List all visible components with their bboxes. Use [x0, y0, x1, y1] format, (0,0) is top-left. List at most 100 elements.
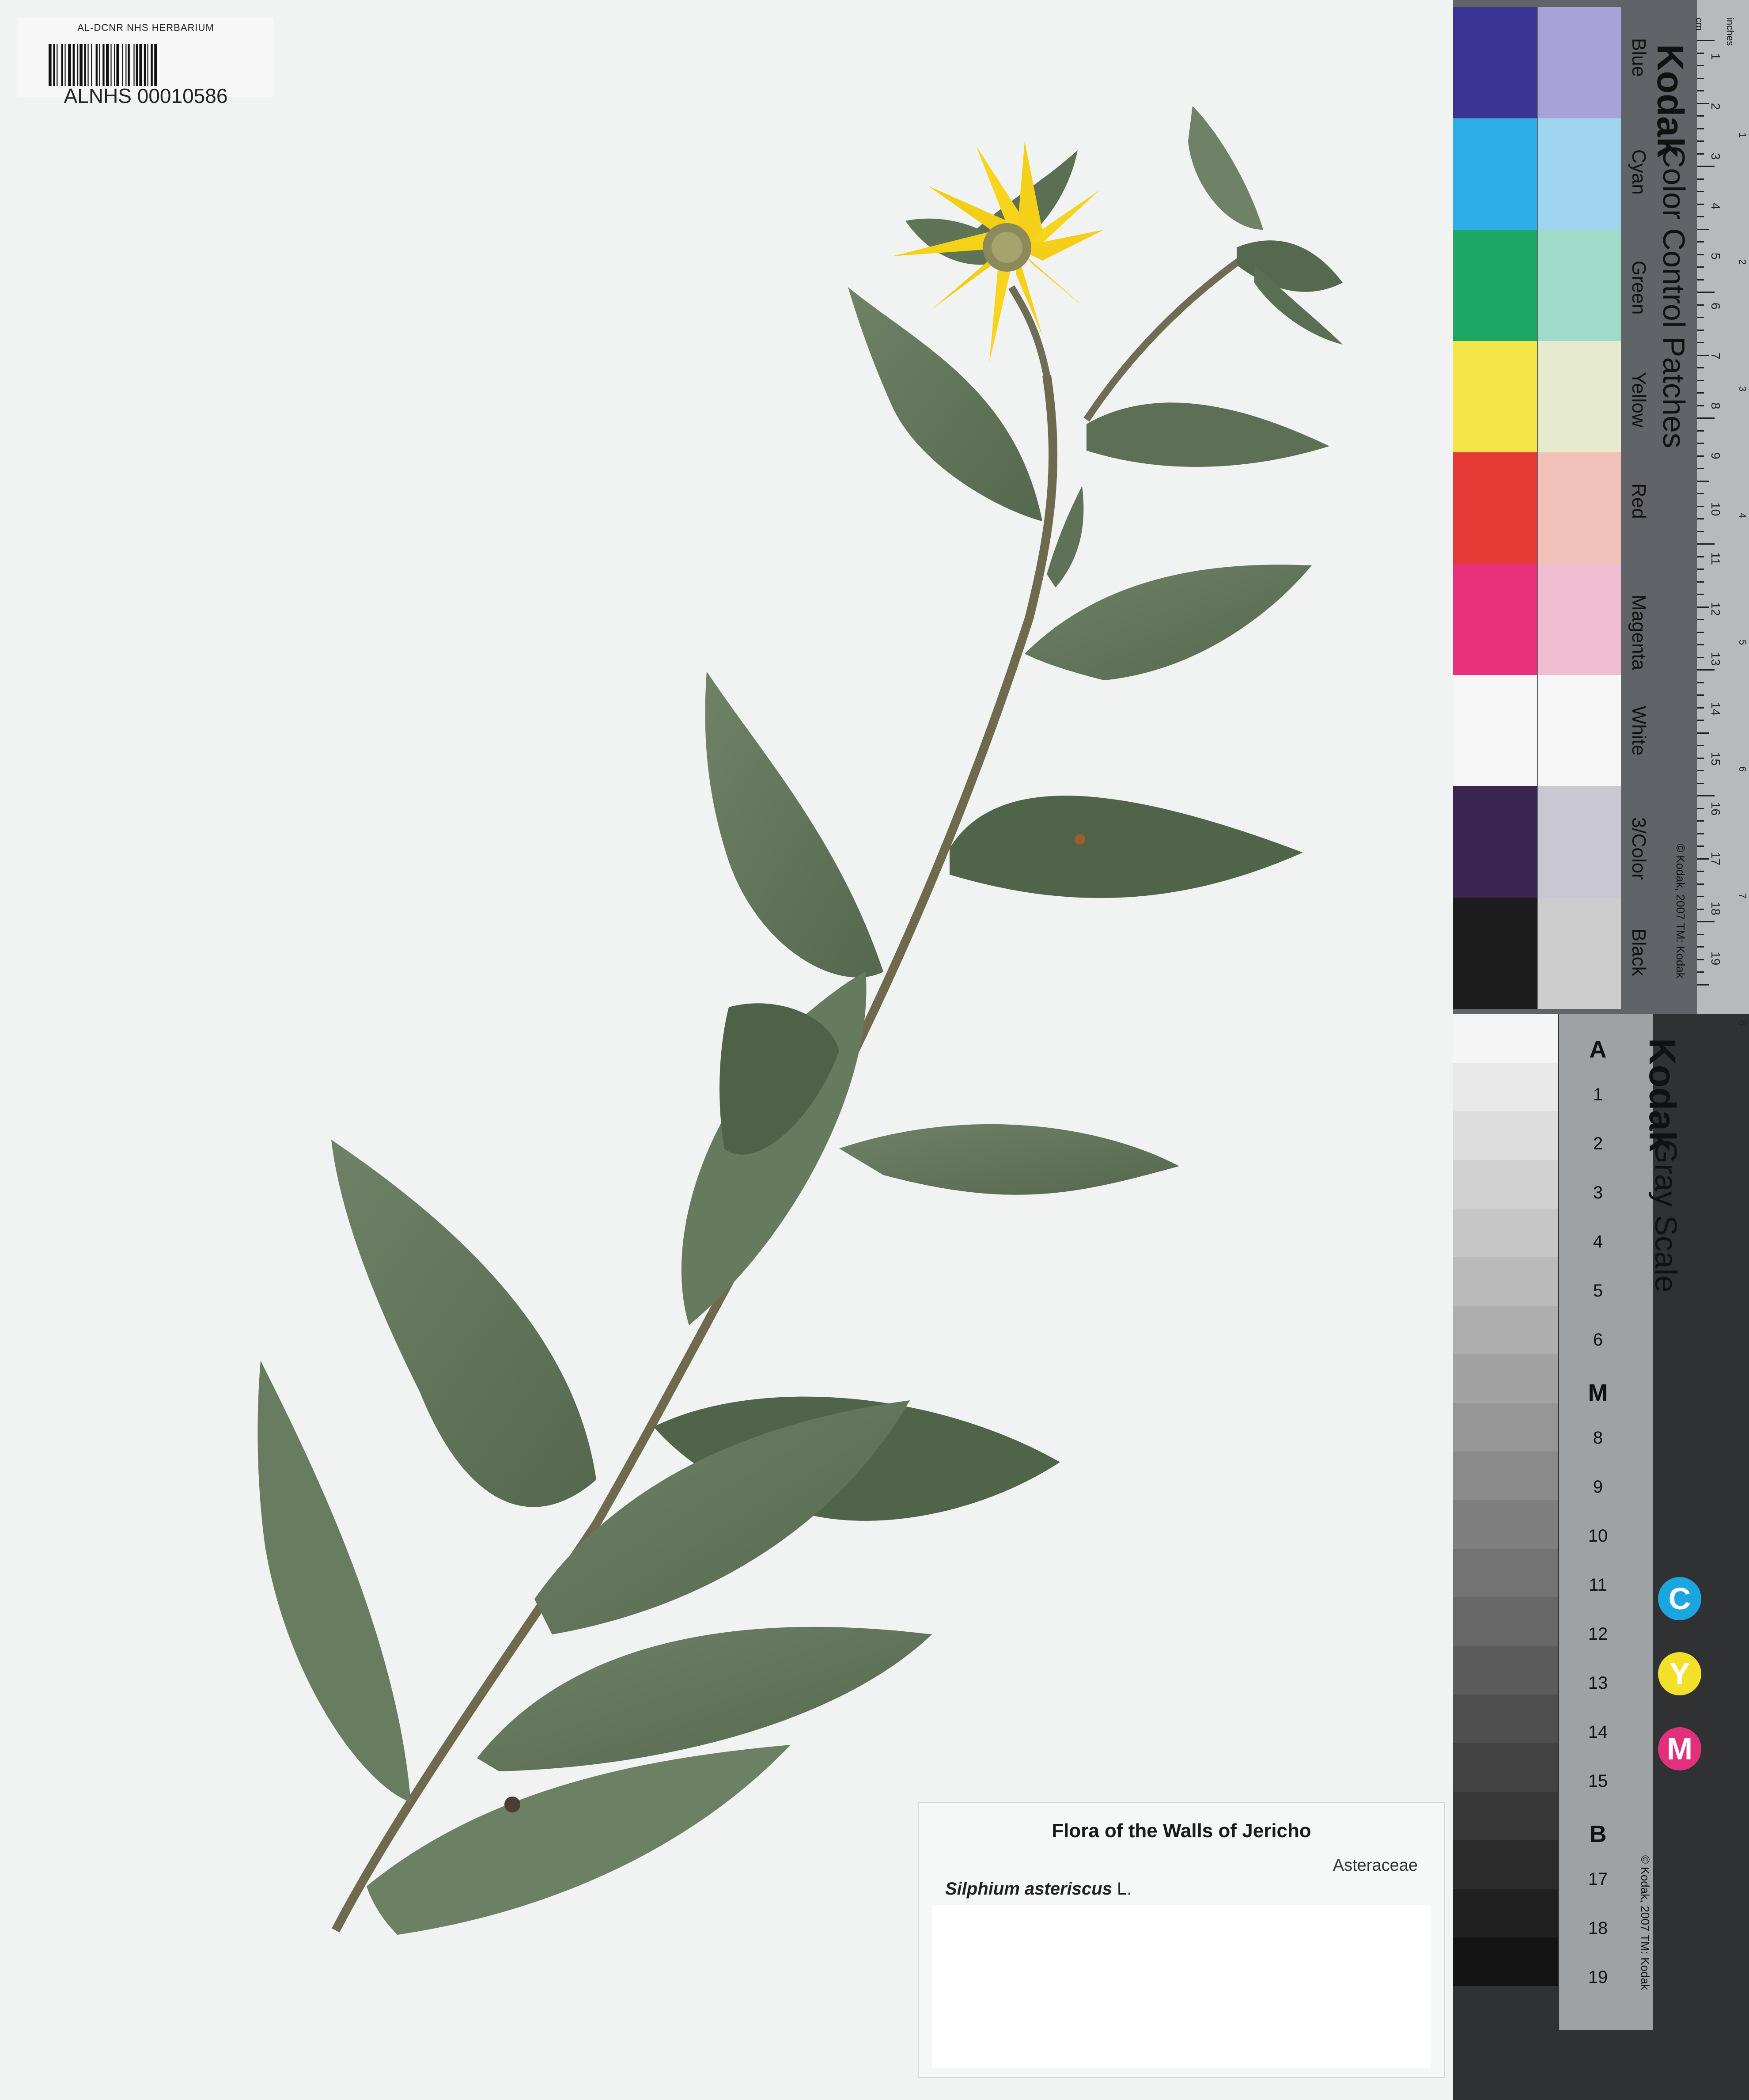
gray-step-patch	[1453, 1889, 1558, 1937]
ruler-tick	[1697, 443, 1704, 444]
gray-step-label: 15	[1588, 1771, 1608, 1791]
gray-step-label: M	[1588, 1380, 1608, 1406]
gray-step-label: 9	[1593, 1477, 1603, 1497]
ruler-cm-number: 14	[1709, 702, 1722, 716]
ruler-cm-number: 10	[1709, 502, 1722, 516]
ruler-tick	[1697, 52, 1704, 54]
ruler-tick	[1697, 140, 1704, 142]
ruler-cm-number: 13	[1709, 652, 1722, 666]
color-patch-light	[1538, 675, 1621, 786]
gray-step-label: 13	[1588, 1673, 1608, 1693]
ruler-tick	[1697, 254, 1704, 255]
ruler-tick	[1697, 405, 1704, 406]
blank-label-area	[932, 1905, 1431, 2068]
gray-step-label: 3	[1593, 1183, 1603, 1202]
ruler-tick	[1697, 531, 1704, 532]
ruler-tick	[1697, 631, 1704, 633]
gray-step-label: A	[1589, 1036, 1607, 1063]
ruler-tick	[1697, 656, 1704, 658]
ruler-tick	[1697, 166, 1715, 167]
gray-step-patch	[1453, 1840, 1558, 1889]
ruler-tick	[1697, 354, 1709, 356]
gray-step-patch	[1453, 1257, 1558, 1306]
gray-step-label: 18	[1588, 1918, 1608, 1938]
herbarium-sheet-image: AL-DCNR NHS HERBARIUM ALNHS 00010586 Flo…	[0, 0, 1749, 2100]
gray-step-patch	[1453, 1014, 1558, 1063]
ruler-tick	[1697, 871, 1704, 872]
ruler-tick	[1697, 518, 1704, 519]
color-patch-light	[1538, 564, 1621, 675]
ruler-tick	[1697, 606, 1709, 608]
herbarium-name: AL-DCNR NHS HERBARIUM	[77, 22, 214, 33]
ruler-cm-number: 12	[1709, 602, 1722, 616]
gray-step-label: 1	[1593, 1085, 1603, 1104]
ruler-tick	[1697, 619, 1704, 620]
cm-inch-ruler	[1697, 0, 1749, 1014]
ruler-cm-number: 5	[1709, 253, 1722, 260]
gray-step-patch	[1453, 1792, 1558, 1840]
ruler-tick	[1697, 342, 1704, 343]
leaf	[257, 1361, 411, 1802]
ruler-tick	[1697, 329, 1704, 331]
species-name: Silphium asteriscus	[945, 1879, 1112, 1899]
determination-label: Flora of the Walls of Jericho Asteraceae…	[918, 1802, 1445, 2078]
ruler-tick	[1697, 228, 1709, 230]
ruler-tick	[1697, 128, 1704, 129]
ruler-tick	[1697, 921, 1715, 922]
ruler-tick	[1697, 279, 1704, 281]
color-patch-dark	[1453, 452, 1537, 564]
ruler-tick	[1697, 216, 1704, 217]
ruler-cm-number: 19	[1709, 951, 1722, 966]
color-patch-light	[1538, 341, 1621, 452]
color-patch-dark	[1453, 898, 1537, 1009]
ruler-cm-number: 2	[1709, 103, 1722, 110]
ruler-tick	[1697, 820, 1704, 822]
leaf	[848, 287, 1042, 521]
ruler-cm-number: 16	[1709, 802, 1722, 816]
leaf	[477, 1626, 932, 1771]
ruler-tick	[1697, 178, 1704, 180]
gray-scale-brand: Kodak	[1642, 1038, 1683, 1152]
ruler-inch-number: 8	[1737, 1020, 1748, 1026]
gray-step-patch	[1453, 1111, 1558, 1160]
gray-step-patch	[1453, 1063, 1558, 1111]
gray-step-label: 17	[1588, 1869, 1608, 1889]
gray-step-label: 11	[1589, 1575, 1607, 1595]
ruler-tick	[1697, 480, 1709, 482]
ruler-cm-number: 7	[1709, 353, 1722, 360]
gray-step-patch	[1453, 1597, 1558, 1646]
ruler-cm-number: 11	[1709, 552, 1722, 565]
ruler-tick	[1697, 959, 1704, 960]
gray-step-patch	[1453, 1354, 1558, 1403]
color-patch-light	[1538, 7, 1621, 118]
gray-step-label: 4	[1593, 1232, 1603, 1251]
author-abbreviation: L.	[1117, 1879, 1132, 1899]
ruler-tick	[1697, 770, 1704, 771]
ruler-tick	[1697, 908, 1704, 910]
ruler-cm-number: 6	[1709, 303, 1722, 310]
ruler-tick	[1697, 581, 1704, 583]
ruler-tick	[1697, 203, 1704, 205]
ruler-tick	[1697, 367, 1704, 368]
ruler-inch-number: 2	[1737, 259, 1748, 265]
color-patch-label: Yellow	[1628, 372, 1650, 428]
cym-mark: M	[1658, 1727, 1701, 1770]
color-patch-label: Black	[1628, 929, 1650, 976]
gray-step-label: 14	[1588, 1722, 1608, 1742]
ruler-inch-number: 3	[1737, 386, 1748, 392]
gray-step-label: 8	[1593, 1428, 1603, 1448]
leaf	[1237, 240, 1343, 292]
gray-step-label: 6	[1593, 1330, 1603, 1349]
ruler-tick	[1697, 682, 1704, 683]
ruler-tick	[1697, 807, 1704, 809]
ruler-inch-number: 1	[1737, 133, 1748, 138]
ruler-tick	[1697, 543, 1715, 545]
ruler-tick	[1697, 455, 1704, 457]
ruler-tick	[1697, 266, 1704, 268]
color-chart-brand: Kodak	[1650, 44, 1691, 158]
family-name: Asteraceae	[1333, 1856, 1418, 1875]
ruler-inch-number: 5	[1737, 640, 1748, 645]
color-patch-label: White	[1628, 706, 1650, 756]
ruler-tick	[1697, 694, 1704, 696]
leaf	[1086, 402, 1329, 467]
